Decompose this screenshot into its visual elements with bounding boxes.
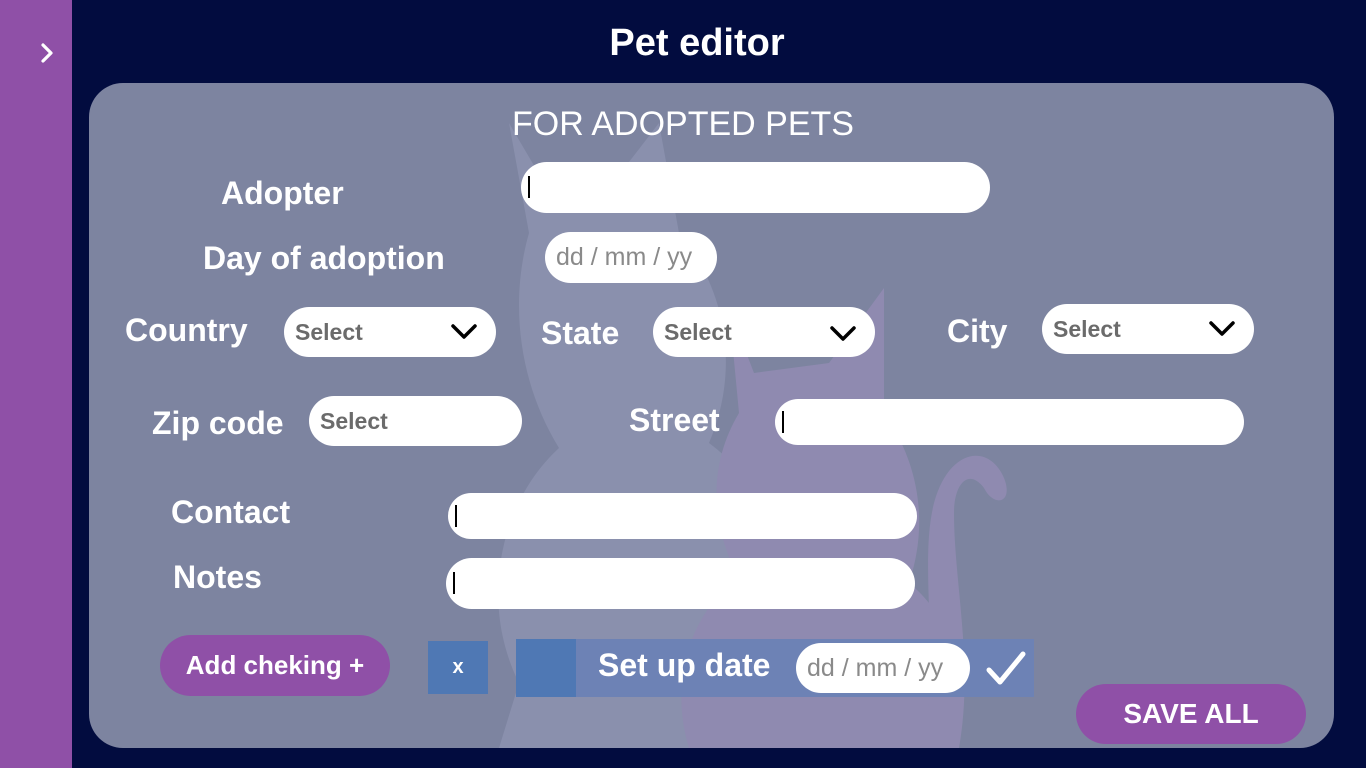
text-caret [782,411,784,433]
setup-date-label: Set up date [598,647,771,683]
setup-date-input[interactable]: dd / mm / yy [796,643,970,693]
zip-code-select[interactable]: Select [309,396,522,446]
page-title: Pet editor [609,22,785,64]
notes-input[interactable] [446,558,915,609]
section-title: FOR ADOPTED PETS [512,105,854,143]
chevron-down-icon [1209,321,1235,336]
city-select-value: Select [1053,315,1121,342]
street-label: Street [629,402,720,438]
checkmark-icon[interactable] [986,650,1026,686]
city-label: City [947,313,1008,349]
text-caret [455,505,457,527]
text-caret [453,572,455,594]
state-select[interactable]: Select [653,307,875,357]
state-select-value: Select [664,318,732,345]
zip-code-label: Zip code [152,405,284,441]
contact-label: Contact [171,494,291,530]
country-select[interactable]: Select [284,307,496,357]
sidebar [0,0,72,768]
text-caret [528,176,530,198]
adoption-form-card: FOR ADOPTED PETS Adopter Day of adoption… [89,83,1334,748]
remove-checking-button[interactable]: x [428,641,488,694]
day-of-adoption-date-input[interactable]: dd / mm / yy [545,232,717,283]
save-all-button[interactable]: SAVE ALL [1076,684,1306,744]
adopter-input[interactable] [521,162,990,213]
day-of-adoption-label: Day of adoption [203,240,445,276]
street-input[interactable] [775,399,1244,445]
sidebar-toggle-button[interactable] [34,40,60,66]
country-select-value: Select [295,318,363,345]
setup-date-checkbox[interactable] [516,639,576,697]
chevron-down-icon [451,324,477,339]
contact-input[interactable] [448,493,917,539]
state-label: State [541,315,620,351]
chevron-down-icon [830,326,856,341]
notes-label: Notes [173,559,262,595]
setup-date-row: Set up date dd / mm / yy [516,639,1034,697]
zip-code-select-value: Select [320,407,388,434]
city-select[interactable]: Select [1042,304,1254,354]
adopter-label: Adopter [221,175,344,211]
chevron-right-icon [41,43,53,63]
add-checking-button[interactable]: Add cheking + [160,635,390,696]
country-label: Country [125,312,248,348]
